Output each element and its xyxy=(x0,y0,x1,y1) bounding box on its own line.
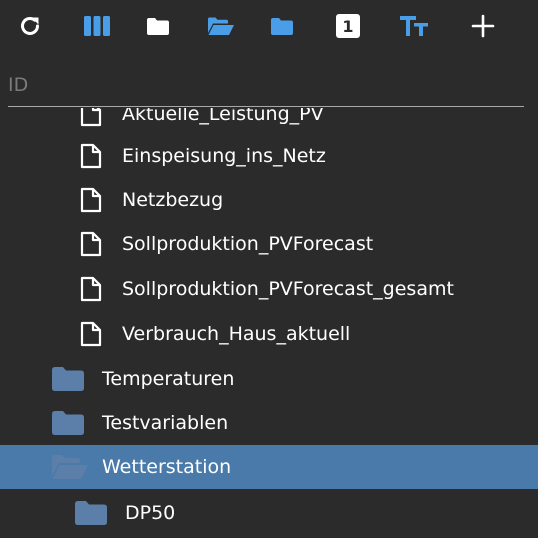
file-icon xyxy=(80,187,102,213)
plus-icon[interactable] xyxy=(466,9,500,43)
file-icon xyxy=(80,276,102,302)
tree-item-label: Sollproduktion_PVForecast_gesamt xyxy=(122,278,454,300)
file-icon xyxy=(80,108,102,127)
folder-icon xyxy=(75,501,107,525)
tree-folder-label: Testvariablen xyxy=(102,412,229,434)
tree-item-label: Netzbezug xyxy=(122,189,224,211)
refresh-icon[interactable] xyxy=(13,9,47,43)
text-size-icon[interactable] xyxy=(397,9,431,43)
tree-item-label: Verbrauch_Haus_aktuell xyxy=(122,323,351,345)
tree-folder-label: DP50 xyxy=(125,502,176,524)
tree-item-sollproduktion-pvforecast[interactable]: Sollproduktion_PVForecast xyxy=(0,222,538,266)
tree-folder-label: Temperaturen xyxy=(102,368,235,390)
columns-icon[interactable] xyxy=(80,9,114,43)
id-column-header[interactable]: ID xyxy=(0,66,538,108)
tree-folder-wetterstation[interactable]: Wetterstation xyxy=(0,445,538,489)
id-underline xyxy=(8,106,524,107)
tree-item-aktuelle-leistung-pv[interactable]: Aktuelle_Leistung_PV xyxy=(0,108,538,136)
tree-item-label: Aktuelle_Leistung_PV xyxy=(122,108,324,125)
toolbar: 1 xyxy=(0,0,538,50)
id-column-label: ID xyxy=(8,74,29,96)
number-one-badge-text: 1 xyxy=(342,17,353,36)
file-icon xyxy=(80,231,102,257)
folder-open-icon[interactable] xyxy=(204,9,238,43)
folder-blue-icon[interactable] xyxy=(265,9,299,43)
folder-icon xyxy=(52,367,84,391)
number-one-badge-icon[interactable]: 1 xyxy=(331,9,365,43)
folder-icon[interactable] xyxy=(141,9,175,43)
file-icon xyxy=(80,143,102,169)
tree-folder-label: Wetterstation xyxy=(102,456,232,478)
object-tree: Aktuelle_Leistung_PV Einspeisung_ins_Net… xyxy=(0,108,538,538)
tree-item-sollproduktion-pvforecast-gesamt[interactable]: Sollproduktion_PVForecast_gesamt xyxy=(0,267,538,311)
tree-folder-dp50[interactable]: DP50 xyxy=(0,491,538,535)
tree-item-verbrauch-haus-aktuell[interactable]: Verbrauch_Haus_aktuell xyxy=(0,312,538,356)
folder-icon xyxy=(52,411,84,435)
file-icon xyxy=(80,321,102,347)
tree-item-netzbezug[interactable]: Netzbezug xyxy=(0,178,538,222)
tree-item-label: Sollproduktion_PVForecast xyxy=(122,233,374,255)
folder-open-icon xyxy=(52,455,88,479)
tree-item-einspeisung-ins-netz[interactable]: Einspeisung_ins_Netz xyxy=(0,134,538,178)
tree-folder-testvariablen[interactable]: Testvariablen xyxy=(0,401,538,445)
tree-folder-temperaturen[interactable]: Temperaturen xyxy=(0,357,538,401)
tree-item-label: Einspeisung_ins_Netz xyxy=(122,145,326,167)
